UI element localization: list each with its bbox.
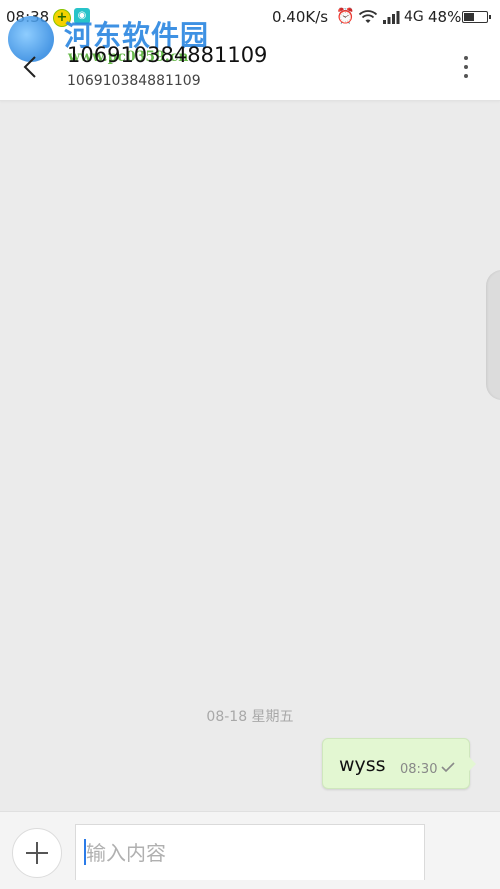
outgoing-message-bubble[interactable]: wyss 08:30: [322, 738, 476, 789]
sent-check-icon: [441, 762, 455, 773]
more-vertical-icon[interactable]: [452, 53, 480, 81]
wifi-icon: [358, 10, 378, 23]
battery-icon: [462, 11, 491, 23]
network-speed: 0.40K/s: [272, 8, 329, 26]
plus-icon: [26, 842, 48, 864]
contact-title: 106910384881109: [67, 43, 268, 67]
back-chevron-icon[interactable]: [18, 54, 44, 80]
message-input[interactable]: [84, 837, 418, 869]
message-text: wyss: [339, 754, 386, 776]
date-separator: 08-18 星期五: [206, 709, 294, 725]
message-time: 08:30: [400, 762, 438, 777]
contact-number: 106910384881109: [67, 73, 201, 89]
conversation-screen: 08:38 + ◉ 0.40K/s ⏰ 4G 48% 河东软件园: [0, 0, 500, 889]
add-attachment-button[interactable]: [12, 828, 62, 878]
top-bar: 08:38 + ◉ 0.40K/s ⏰ 4G 48% 河东软件园: [0, 0, 500, 101]
network-type: 4G: [404, 9, 424, 25]
battery-percent: 48%: [428, 8, 462, 26]
edge-drawer-handle[interactable]: [486, 270, 500, 400]
alarm-icon: ⏰: [336, 7, 355, 25]
composer-bar: [0, 811, 500, 889]
battery-level: [464, 13, 474, 21]
message-input-box[interactable]: [75, 824, 425, 880]
signal-icon: [383, 11, 400, 24]
